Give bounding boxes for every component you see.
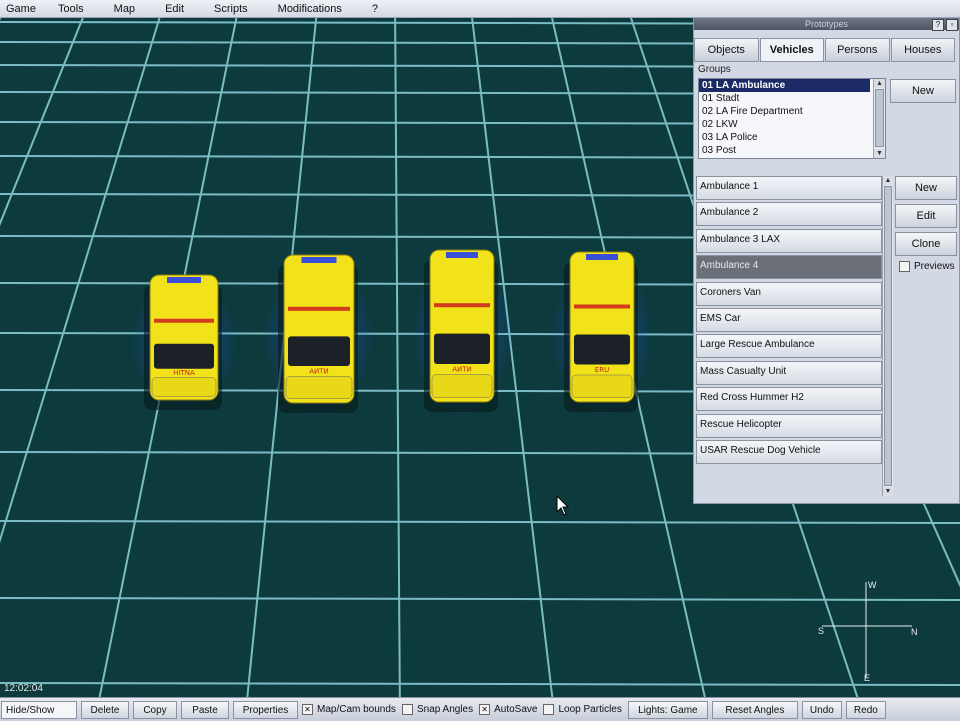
group-item[interactable]: 01 Stadt	[699, 92, 870, 105]
vehicle-item[interactable]: Ambulance 1	[696, 176, 882, 200]
groups-scrollbar[interactable]: ▲ ▼	[873, 79, 885, 158]
scroll-up-icon[interactable]: ▲	[874, 79, 885, 88]
scroll-down-icon[interactable]: ▼	[874, 149, 885, 158]
autosave-checkbox[interactable]: ✕	[479, 704, 491, 715]
vehicle-marking: HITNA	[173, 369, 195, 377]
vehicle-item[interactable]: USAR Rescue Dog Vehicle	[696, 439, 882, 464]
group-item[interactable]: 03 Post	[699, 144, 870, 157]
loop-particles-toggle[interactable]: Loop Particles	[543, 704, 622, 715]
groups-label: Groups	[698, 64, 731, 75]
lights-button[interactable]: Lights: Game	[627, 700, 708, 719]
vehicle-marking: AИTИ	[309, 367, 329, 375]
menu-edit[interactable]: Edit	[159, 3, 194, 15]
tab-objects[interactable]: Objects	[694, 38, 759, 62]
loop-particles-label: Loop Particles	[558, 704, 622, 715]
panel-close-icon[interactable]: ▫	[946, 19, 958, 31]
vehicle-item[interactable]: Ambulance 2	[696, 202, 882, 227]
groups-scroll-thumb[interactable]	[875, 89, 884, 147]
ambulance-model: AИTИ	[263, 254, 375, 418]
menu-bar: Game Tools Map Edit Scripts Modification…	[0, 0, 960, 18]
vehicle-scrollbar[interactable]: ▲ ▼	[882, 176, 893, 496]
menu-scripts[interactable]: Scripts	[208, 3, 258, 15]
menu-game[interactable]: Game	[0, 3, 46, 15]
vehicle-marking: AИTИ	[452, 366, 472, 374]
snap-angles-label: Snap Angles	[416, 704, 474, 715]
clock: 12:02:04	[4, 683, 43, 694]
group-item[interactable]: 02 LA Fire Department	[699, 105, 870, 118]
snap-angles-toggle[interactable]: Snap Angles	[401, 704, 474, 715]
previews-checkbox[interactable]	[899, 261, 910, 272]
scroll-down-icon[interactable]: ▼	[883, 487, 893, 496]
vehicle-scroll-thumb[interactable]	[884, 186, 892, 486]
snap-angles-checkbox[interactable]	[401, 704, 413, 715]
vehicle-item[interactable]: Mass Casualty Unit	[696, 360, 882, 385]
vehicle-item[interactable]: Ambulance 4	[696, 255, 882, 280]
previews-label: Previews	[914, 261, 955, 272]
group-item[interactable]: 01 LA Ambulance	[699, 79, 870, 92]
tab-vehicles[interactable]: Vehicles	[759, 38, 824, 62]
ambulance-model: AИTИ	[410, 249, 514, 418]
map-cam-bounds-toggle[interactable]: ✕ Map/Cam bounds	[302, 704, 396, 715]
menu-map[interactable]: Map	[108, 3, 145, 15]
compass-south: S	[818, 626, 825, 636]
scroll-up-icon[interactable]: ▲	[883, 176, 893, 185]
menu-tools[interactable]: Tools	[52, 3, 94, 15]
paste-button[interactable]: Paste	[181, 700, 229, 719]
compass-west: W	[868, 580, 877, 590]
panel-title: Prototypes	[804, 19, 849, 29]
vehicle-item[interactable]: Ambulance 3 LAX	[696, 228, 882, 253]
previews-toggle[interactable]: Previews	[899, 261, 955, 272]
map-cam-bounds-label: Map/Cam bounds	[317, 704, 396, 715]
new-group-button[interactable]: New	[890, 79, 956, 103]
vehicle-item[interactable]: Red Cross Hummer H2	[696, 387, 882, 412]
group-item[interactable]: 02 LKW	[699, 118, 870, 131]
delete-button[interactable]: Delete	[81, 700, 129, 719]
clone-vehicle-button[interactable]: Clone	[895, 232, 957, 256]
autosave-toggle[interactable]: ✕ AutoSave	[479, 704, 537, 715]
menu-modifications[interactable]: Modifications	[272, 3, 352, 15]
prototypes-panel: Prototypes ? ▫ Objects Vehicles Persons …	[693, 17, 960, 504]
edit-vehicle-button[interactable]: Edit	[895, 204, 957, 228]
undo-button[interactable]: Undo	[801, 700, 842, 719]
vehicle-list: Ambulance 1 Ambulance 2 Ambulance 3 LAX …	[696, 176, 882, 466]
loop-particles-checkbox[interactable]	[543, 704, 555, 715]
new-vehicle-button[interactable]: New	[895, 176, 957, 200]
group-item[interactable]: 03 LA Police	[699, 131, 870, 144]
panel-title-bar[interactable]: Prototypes ? ▫	[694, 18, 959, 31]
ambulance-model: HITNA	[129, 274, 239, 413]
prototype-tabs: Objects Vehicles Persons Houses	[694, 38, 956, 62]
ambulance-model: ERU	[550, 251, 654, 417]
compass-cross-icon	[822, 582, 912, 678]
tab-houses[interactable]: Houses	[890, 38, 955, 62]
properties-button[interactable]: Properties	[233, 700, 298, 719]
bottom-toolbar: Hide/Show Delete Copy Paste Properties ✕…	[0, 697, 960, 721]
groups-list[interactable]: 01 LA Ambulance 01 Stadt 02 LA Fire Depa…	[698, 78, 886, 159]
panel-help-button[interactable]: ?	[932, 19, 944, 31]
vehicle-item[interactable]: Large Rescue Ambulance	[696, 334, 882, 359]
reset-angles-button[interactable]: Reset Angles	[711, 700, 798, 719]
vehicle-marking: ERU	[595, 366, 609, 374]
vehicle-item[interactable]: EMS Car	[696, 307, 882, 332]
compass-east: E	[864, 673, 871, 683]
vehicle-item[interactable]: Rescue Helicopter	[696, 413, 882, 438]
tab-persons[interactable]: Persons	[825, 38, 890, 62]
compass: W S N E	[818, 578, 918, 683]
map-cam-bounds-checkbox[interactable]: ✕	[302, 704, 313, 715]
autosave-label: AutoSave	[494, 704, 538, 715]
mouse-cursor-icon	[556, 495, 570, 516]
menu-help[interactable]: ?	[366, 3, 388, 15]
copy-button[interactable]: Copy	[133, 700, 177, 719]
redo-button[interactable]: Redo	[845, 700, 886, 719]
vehicle-item[interactable]: Coroners Van	[696, 281, 882, 306]
compass-north: N	[911, 627, 918, 637]
hide-show-button[interactable]: Hide/Show	[1, 700, 77, 719]
